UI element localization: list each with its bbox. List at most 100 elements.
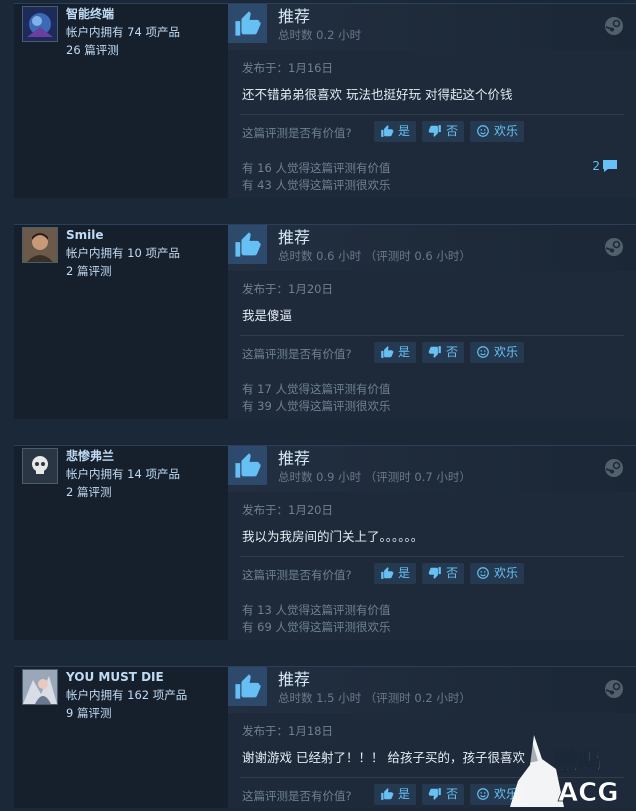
vote-yes-label: 是 [398, 124, 411, 138]
author-products[interactable]: 帐户内拥有 74 项产品 [66, 23, 236, 41]
divider [240, 335, 624, 336]
thumbs-down-icon [428, 346, 441, 358]
vote-yes-button[interactable]: 是 [374, 563, 417, 584]
helpful-row: 这篇评测是否有价值? 是 否 欢乐 [242, 121, 636, 143]
vote-header[interactable]: 推荐 总时数 1.5 小时 （评测时 0.2 小时） [228, 667, 636, 713]
posted-date: 发布于：1月20日 [242, 282, 333, 296]
vote-funny-label: 欢乐 [494, 345, 519, 359]
steam-icon [605, 680, 623, 698]
vote-yes-button[interactable]: 是 [374, 784, 417, 805]
author-products[interactable]: 帐户内拥有 10 项产品 [66, 244, 236, 262]
review-panel: 推荐 总时数 0.6 小时 （评测时 0.6 小时） 发布于：1月20日 我是傻… [228, 225, 636, 419]
author-review-count[interactable]: 26 篇评测 [66, 41, 236, 59]
vote-no-button[interactable]: 否 [422, 563, 465, 584]
helpful-question: 这篇评测是否有价值? [242, 789, 352, 803]
vote-no-button[interactable]: 否 [422, 342, 465, 363]
vote-yes-button[interactable]: 是 [374, 342, 417, 363]
funny-count: 有 43 人觉得这篇评测很欢乐 [242, 178, 391, 192]
vote-funny-button[interactable]: 欢乐 [470, 342, 525, 363]
thumbs-down-icon [428, 125, 441, 137]
steam-icon [605, 238, 623, 256]
playtime: 总时数 0.9 小时 （评测时 0.7 小时） [278, 470, 471, 484]
verdict-label: 推荐 [278, 449, 311, 468]
watermark-line1: 嗷呜 [554, 747, 602, 775]
vote-funny-button[interactable]: 欢乐 [470, 121, 525, 142]
vote-no-button[interactable]: 否 [422, 121, 465, 142]
thumbs-up-icon [381, 788, 394, 800]
verdict-label: 推荐 [278, 228, 311, 247]
playtime: 总时数 1.5 小时 （评测时 0.2 小时） [278, 691, 471, 705]
review-panel: 推荐 总时数 0.2 小时 发布于：1月16日 还不错弟弟很喜欢 玩法也挺好玩 … [228, 4, 636, 198]
vote-yes-label: 是 [398, 566, 411, 580]
playtime: 总时数 0.6 小时 （评测时 0.6 小时） [278, 249, 471, 263]
comment-count: 2 [592, 159, 600, 173]
watermark-line2: ACG [558, 778, 619, 807]
vote-no-button[interactable]: 否 [422, 784, 465, 805]
thumbs-down-icon [428, 788, 441, 800]
avatar[interactable] [22, 669, 58, 705]
vote-no-label: 否 [446, 124, 459, 138]
review-card: 悲惨弗兰 帐户内拥有 14 项产品 2 篇评测 推荐 总时数 0.9 小时 （评… [14, 445, 636, 640]
vote-yes-button[interactable]: 是 [374, 121, 417, 142]
smiley-icon [477, 346, 489, 358]
vote-yes-label: 是 [398, 787, 411, 801]
comment-icon [603, 160, 617, 172]
vote-header[interactable]: 推荐 总时数 0.2 小时 [228, 4, 636, 50]
helpful-count: 有 13 人觉得这篇评测有价值 [242, 603, 391, 617]
helpful-question: 这篇评测是否有价值? [242, 568, 352, 582]
review-content: 还不错弟弟很喜欢 玩法也挺好玩 对得起这个价钱 [242, 87, 513, 102]
vote-no-label: 否 [446, 787, 459, 801]
steam-icon [605, 17, 623, 35]
review-card: 智能终端 帐户内拥有 74 项产品 26 篇评测 推荐 总时数 0.2 小时 发… [14, 3, 636, 198]
author-review-count[interactable]: 2 篇评测 [66, 262, 236, 280]
helpful-row: 这篇评测是否有价值? 是 否 欢乐 [242, 342, 636, 364]
verdict-label: 推荐 [278, 7, 311, 26]
funny-count: 有 69 人觉得这篇评测很欢乐 [242, 620, 391, 634]
author-products[interactable]: 帐户内拥有 162 项产品 [66, 686, 236, 704]
review-content: 谢谢游戏 已经射了！！！ 给孩子买的，孩子很喜欢 [242, 750, 525, 765]
thumbs-up-icon [228, 446, 267, 485]
comment-count-link[interactable]: 2 [592, 159, 618, 173]
vote-funny-button[interactable]: 欢乐 [470, 563, 525, 584]
helpful-question: 这篇评测是否有价值? [242, 347, 352, 361]
avatar[interactable] [22, 448, 58, 484]
author-products[interactable]: 帐户内拥有 14 项产品 [66, 465, 236, 483]
review-content: 我以为我房间的门关上了。。。。。。 [242, 529, 424, 544]
vote-header[interactable]: 推荐 总时数 0.6 小时 （评测时 0.6 小时） [228, 225, 636, 271]
vote-no-label: 否 [446, 345, 459, 359]
thumbs-up-icon [228, 225, 267, 264]
verdict-label: 推荐 [278, 670, 311, 689]
vote-no-label: 否 [446, 566, 459, 580]
vote-header[interactable]: 推荐 总时数 0.9 小时 （评测时 0.7 小时） [228, 446, 636, 492]
thumbs-up-icon [381, 346, 394, 358]
review-panel: 推荐 总时数 0.9 小时 （评测时 0.7 小时） 发布于：1月20日 我以为… [228, 446, 636, 640]
helpful-count: 有 17 人觉得这篇评测有价值 [242, 382, 391, 396]
thumbs-down-icon [428, 567, 441, 579]
divider [240, 556, 624, 557]
helpful-row: 这篇评测是否有价值? 是 否 欢乐 [242, 563, 636, 585]
helpful-count: 有 16 人觉得这篇评测有价值 [242, 161, 391, 175]
author-review-count[interactable]: 2 篇评测 [66, 483, 236, 501]
divider [240, 114, 624, 115]
author-name[interactable]: 智能终端 [66, 6, 236, 23]
author-name[interactable]: Smile [66, 227, 236, 244]
vote-yes-label: 是 [398, 345, 411, 359]
author-name[interactable]: 悲惨弗兰 [66, 448, 236, 465]
author-name[interactable]: YOU MUST DIE [66, 669, 236, 686]
smiley-icon [477, 567, 489, 579]
avatar[interactable] [22, 6, 58, 42]
vote-funny-label: 欢乐 [494, 124, 519, 138]
helpful-question: 这篇评测是否有价值? [242, 126, 352, 140]
avatar[interactable] [22, 227, 58, 263]
posted-date: 发布于：1月16日 [242, 61, 333, 75]
smiley-icon [477, 125, 489, 137]
playtime: 总时数 0.2 小时 [278, 28, 362, 42]
thumbs-up-icon [381, 567, 394, 579]
author-review-count[interactable]: 9 篇评测 [66, 704, 236, 722]
posted-date: 发布于：1月18日 [242, 724, 333, 738]
posted-date: 发布于：1月20日 [242, 503, 333, 517]
steam-icon [605, 459, 623, 477]
vote-funny-label: 欢乐 [494, 566, 519, 580]
watermark-logo: 嗷呜 ACG [504, 729, 636, 808]
review-content: 我是傻逼 [242, 308, 293, 323]
